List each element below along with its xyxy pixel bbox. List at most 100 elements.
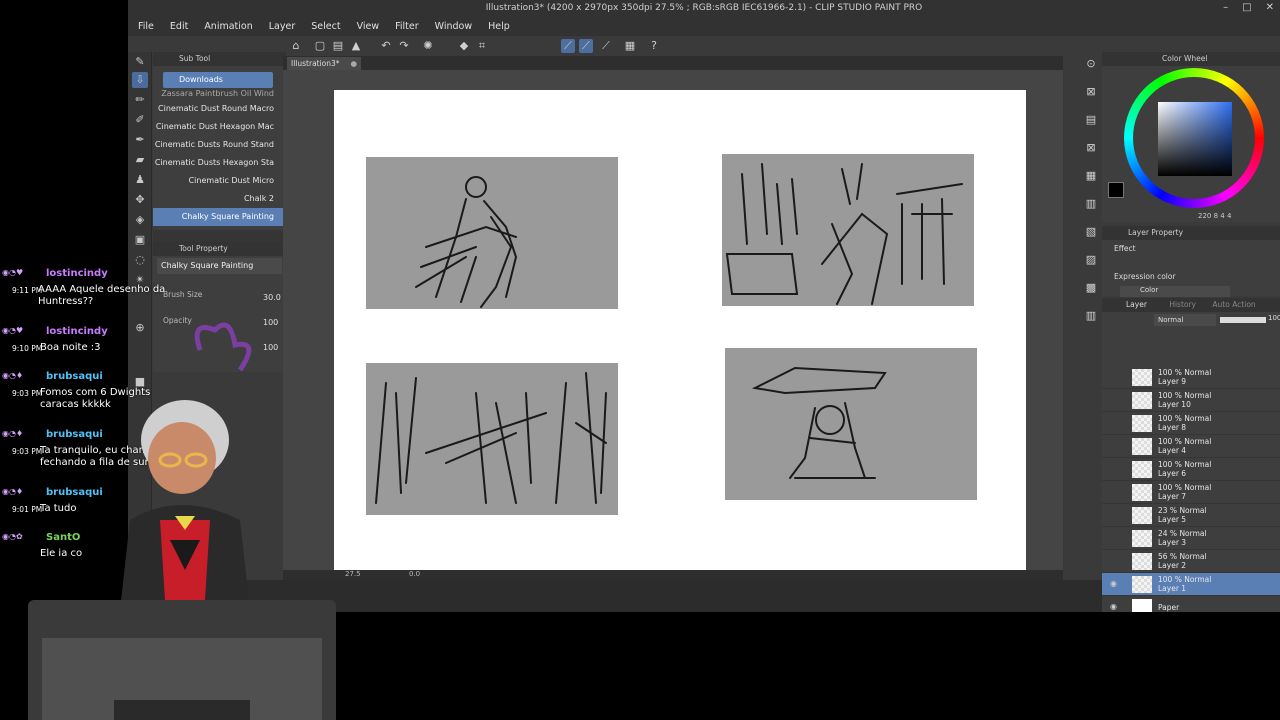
save-icon[interactable]: ▲ <box>349 39 363 53</box>
canvas-paper[interactable] <box>334 90 1026 570</box>
brush-item[interactable]: Cinematic Dust Micro <box>153 172 286 190</box>
brush-item[interactable]: Chalk 2 <box>153 190 286 208</box>
info-icon[interactable]: ▦ <box>1083 168 1099 184</box>
hue-ring[interactable] <box>1124 68 1264 208</box>
subview-icon[interactable]: ⊠ <box>1083 140 1099 156</box>
download-icon[interactable]: ⇩ <box>132 72 148 88</box>
brush-item[interactable]: Zassara Paintbrush Oil Wind <box>153 88 286 100</box>
layer-row[interactable]: 100 % Normal Layer 10 <box>1102 389 1280 412</box>
layer-opacity-slider[interactable] <box>1220 317 1266 323</box>
layer-row[interactable]: 100 % Normal Layer 9 <box>1102 366 1280 389</box>
undo-icon[interactable]: ↶ <box>379 39 393 53</box>
maximize-button[interactable]: □ <box>1242 2 1251 13</box>
layer-row-paper[interactable]: ◉ Paper <box>1102 596 1280 612</box>
history-icon[interactable]: ▨ <box>1083 252 1099 268</box>
menu-filter[interactable]: Filter <box>395 18 419 36</box>
frame-icon[interactable]: ▣ <box>132 232 148 248</box>
timeline-icon[interactable]: ▥ <box>1083 308 1099 324</box>
layer-name: Layer 8 <box>1158 423 1187 432</box>
layer-name: Layer 10 <box>1158 400 1191 409</box>
color-set-icon[interactable]: ▥ <box>1083 196 1099 212</box>
properties-icon[interactable]: ▦ <box>623 39 637 53</box>
auto-action-icon[interactable]: ▩ <box>1083 280 1099 296</box>
menu-file[interactable]: File <box>138 18 154 36</box>
pen-icon[interactable]: ✎ <box>132 54 148 70</box>
new-file-icon[interactable]: ▢ <box>313 39 327 53</box>
layer-search-icon[interactable]: ▧ <box>1083 224 1099 240</box>
marker-icon[interactable]: ✒ <box>132 132 148 148</box>
tool-property-title: Tool Property <box>179 244 228 253</box>
close-button[interactable]: ✕ <box>1266 2 1274 13</box>
avatar-illustration <box>120 322 252 610</box>
expression-color-select[interactable]: Color <box>1120 286 1230 297</box>
chat-username: brubsaqui <box>46 429 103 440</box>
menu-select[interactable]: Select <box>311 18 340 36</box>
layer-row[interactable]: 23 % Normal Layer 5 <box>1102 504 1280 527</box>
chat-timestamp: 9:10 PM <box>12 344 43 353</box>
tab-history[interactable]: History <box>1169 300 1196 309</box>
layer-row[interactable]: 56 % Normal Layer 2 <box>1102 550 1280 573</box>
blend-mode-select[interactable]: Normal <box>1154 314 1216 326</box>
sketch-drawing-4 <box>751 366 887 479</box>
chat-badges-icon: ◉◔♦ <box>2 371 24 380</box>
color-wheel-panel: Color Wheel 220 8 4 4 <box>1102 52 1280 222</box>
snap-special-ruler-icon[interactable]: ⟋ <box>579 39 593 53</box>
visibility-eye-icon[interactable]: ◉ <box>1110 579 1117 588</box>
home-icon[interactable]: ⌂ <box>289 39 303 53</box>
menu-animation[interactable]: Animation <box>204 18 252 36</box>
rotation-readout[interactable]: 0.0 <box>409 570 420 578</box>
open-file-icon[interactable]: ▤ <box>331 39 345 53</box>
layer-row-selected[interactable]: ◉ 100 % Normal Layer 1 <box>1102 573 1280 596</box>
visibility-eye-icon[interactable]: ◉ <box>1110 602 1117 611</box>
layer-row[interactable]: 100 % Normal Layer 8 <box>1102 412 1280 435</box>
help-icon[interactable]: ? <box>647 39 661 53</box>
layer-row[interactable]: 100 % Normal Layer 6 <box>1102 458 1280 481</box>
tab-auto-action[interactable]: Auto Action <box>1212 300 1255 309</box>
main-color-swatch[interactable] <box>1108 182 1124 198</box>
menu-help[interactable]: Help <box>488 18 510 36</box>
minimize-button[interactable]: – <box>1223 2 1228 13</box>
snap-grid-icon[interactable]: ⟋ <box>599 39 613 53</box>
tab-layer[interactable]: Layer <box>1126 300 1147 309</box>
brush-icon[interactable]: ✐ <box>132 112 148 128</box>
layer-name: Layer 1 <box>1158 584 1187 593</box>
brush-item[interactable]: Cinematic Dusts Round Stand <box>153 136 286 154</box>
document-tab[interactable]: Illustration3* ● <box>287 57 361 70</box>
close-tab-icon[interactable]: ● <box>350 57 357 70</box>
snap-ruler-icon[interactable]: ⟋ <box>561 39 575 53</box>
layer-name: Layer 4 <box>1158 446 1187 455</box>
eraser-icon[interactable]: ▰ <box>132 152 148 168</box>
menu-edit[interactable]: Edit <box>170 18 188 36</box>
move-icon[interactable]: ✥ <box>132 192 148 208</box>
blend-icon[interactable]: ♟ <box>132 172 148 188</box>
layer-property-header: Layer Property <box>1102 226 1280 240</box>
layer-row[interactable]: 24 % Normal Layer 3 <box>1102 527 1280 550</box>
menu-window[interactable]: Window <box>435 18 472 36</box>
palette-icon-column: ⊙ ⊠ ▤ ⊠ ▦ ▥ ▧ ▨ ▩ ▥ <box>1080 52 1102 332</box>
brush-item[interactable]: Cinematic Dusts Hexagon Sta <box>153 154 286 172</box>
saturation-value-square[interactable] <box>1158 102 1232 176</box>
brush-size-value[interactable]: 30.0 <box>263 293 281 302</box>
transform-icon[interactable]: ⌗ <box>475 39 489 53</box>
redo-icon[interactable]: ↷ <box>397 39 411 53</box>
menu-layer[interactable]: Layer <box>269 18 296 36</box>
zoom-readout[interactable]: 27.5 <box>345 570 361 578</box>
settings-icon[interactable]: ✺ <box>421 39 435 53</box>
layer-opacity-value[interactable]: 100 <box>1268 314 1280 322</box>
pencil-icon[interactable]: ✏ <box>132 92 148 108</box>
search-icon[interactable]: ⊙ <box>1083 56 1099 72</box>
fill-bucket-icon[interactable]: ◈ <box>132 212 148 228</box>
brush-group-downloads[interactable]: Downloads <box>163 72 273 88</box>
layer-row[interactable]: 100 % Normal Layer 7 <box>1102 481 1280 504</box>
brush-item-selected[interactable]: Chalky Square Painting <box>153 208 286 226</box>
fill-icon[interactable]: ◆ <box>457 39 471 53</box>
chat-timestamp: 9:03 PM <box>12 447 43 456</box>
brush-item[interactable]: Cinematic Dust Round Macro <box>153 100 286 118</box>
paper-thumbnail <box>1132 599 1152 612</box>
navigator-icon[interactable]: ▤ <box>1083 112 1099 128</box>
brush-item[interactable]: Cinematic Dust Hexagon Mac <box>153 118 286 136</box>
sketch-drawing-2 <box>725 163 963 305</box>
menu-view[interactable]: View <box>357 18 380 36</box>
layer-row[interactable]: 100 % Normal Layer 4 <box>1102 435 1280 458</box>
material-icon[interactable]: ⊠ <box>1083 84 1099 100</box>
